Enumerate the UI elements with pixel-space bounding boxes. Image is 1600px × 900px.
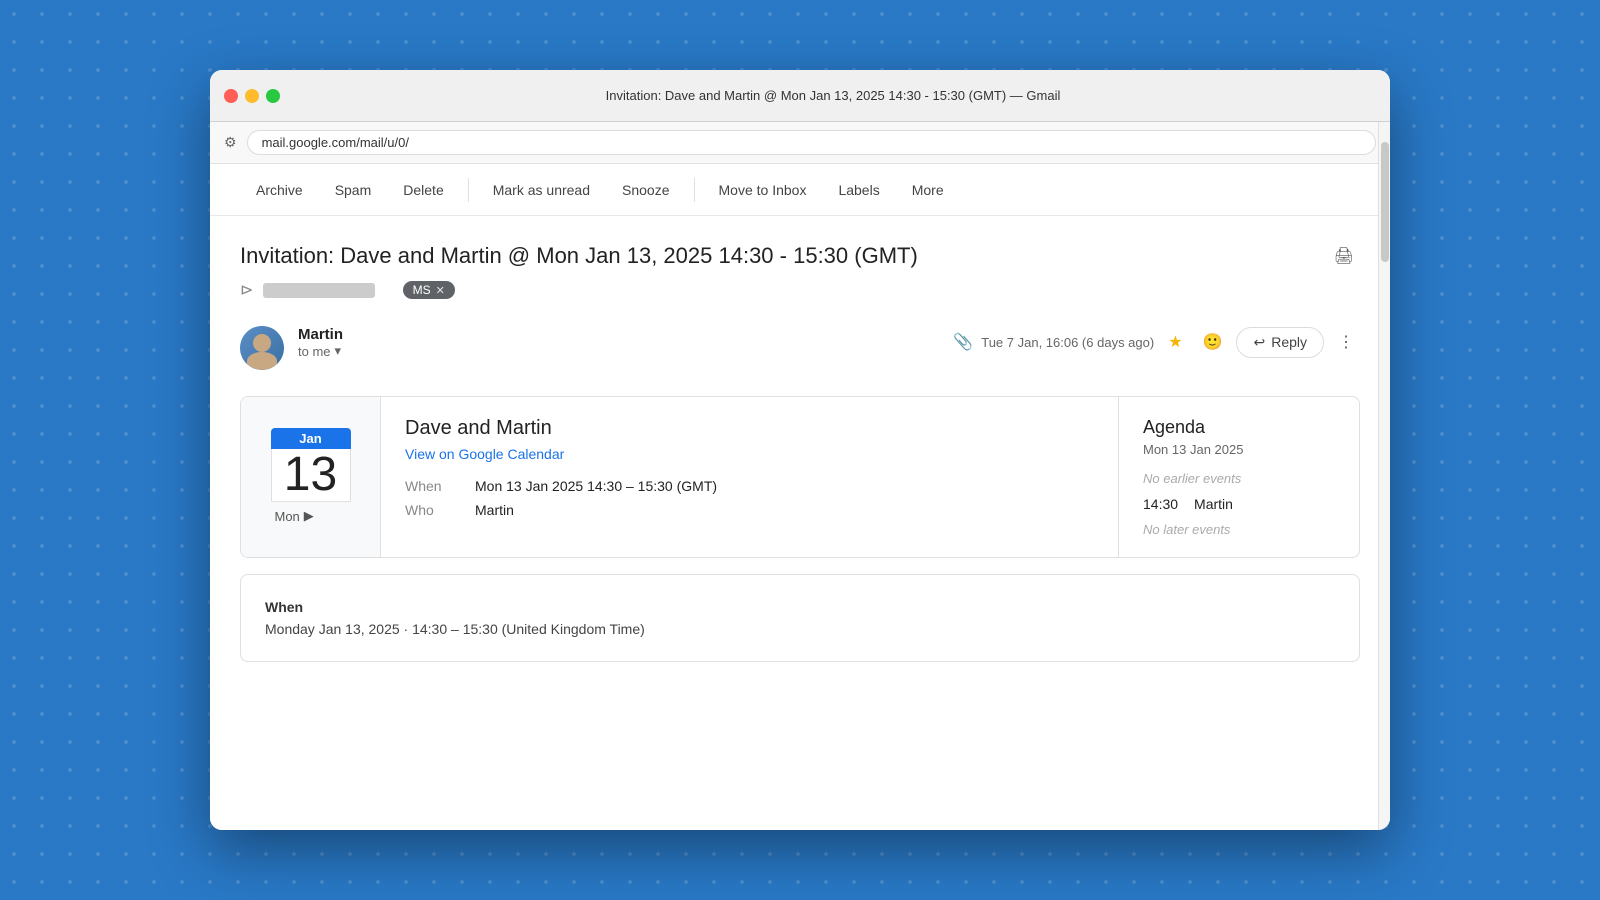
archive-button[interactable]: Archive [240, 174, 319, 206]
toolbar-separator-1 [468, 178, 469, 202]
sender-info: Martin to me ▾ [298, 326, 939, 359]
sender-name: Martin [298, 326, 939, 343]
calendar-day: 13 [271, 449, 351, 503]
fullscreen-button[interactable] [266, 89, 280, 103]
ms-badge-close[interactable]: ✕ [436, 284, 445, 297]
delete-button[interactable]: Delete [387, 174, 459, 206]
send-time: Tue 7 Jan, 16:06 (6 days ago) [981, 335, 1154, 350]
sender-to: to me ▾ [298, 343, 939, 359]
avatar-face [240, 326, 284, 370]
sender-email-blurred [263, 283, 375, 298]
browser-window: Invitation: Dave and Martin @ Mon Jan 13… [210, 70, 1390, 830]
address-bar-row: ⚙ mail.google.com/mail/u/0/ [210, 122, 1390, 164]
title-bar: Invitation: Dave and Martin @ Mon Jan 13… [210, 70, 1390, 122]
who-row: Who Martin [405, 502, 1094, 518]
reply-label: Reply [1271, 334, 1307, 350]
when-section-value: Monday Jan 13, 2025 · 14:30 – 15:30 (Uni… [265, 621, 1335, 637]
email-content: Invitation: Dave and Martin @ Mon Jan 13… [210, 216, 1390, 830]
snooze-icon: ⊳ [240, 280, 253, 300]
agenda-event-time: 14:30 [1143, 496, 1178, 512]
toolbar-separator-2 [694, 178, 695, 202]
attachment-icon: 📎 [953, 332, 973, 352]
close-button[interactable] [224, 89, 238, 103]
email-toolbar: Archive Spam Delete Mark as unread Snooz… [210, 164, 1390, 216]
calendar-card: Jan 13 Mon ▶ Dave and Martin View on Goo… [240, 396, 1360, 558]
agenda-panel: Agenda Mon 13 Jan 2025 No earlier events… [1119, 397, 1359, 557]
calendar-details: Dave and Martin View on Google Calendar … [381, 397, 1119, 557]
print-button[interactable]: 🖨 [1328, 240, 1360, 272]
calendar-weekday-row: Mon ▶ [271, 506, 351, 526]
window-title: Invitation: Dave and Martin @ Mon Jan 13… [290, 88, 1376, 103]
when-row: When Mon 13 Jan 2025 14:30 – 15:30 (GMT) [405, 478, 1094, 494]
agenda-event-name: Martin [1194, 496, 1233, 512]
who-label: Who [405, 502, 455, 518]
snooze-button[interactable]: Snooze [606, 174, 685, 206]
agenda-title: Agenda [1143, 417, 1335, 438]
traffic-lights [224, 89, 280, 103]
when-section-title: When [265, 599, 1335, 615]
move-to-inbox-button[interactable]: Move to Inbox [703, 174, 823, 206]
ms-badge: MS ✕ [403, 281, 455, 299]
reply-arrow-icon: ↩ [1253, 334, 1265, 351]
calendar-event-title: Dave and Martin [405, 417, 1094, 440]
more-button[interactable]: More [896, 174, 960, 206]
ms-badge-label: MS [413, 283, 431, 297]
agenda-no-later: No later events [1143, 522, 1335, 537]
settings-icon: ⚙ [224, 134, 237, 151]
agenda-no-earlier: No earlier events [1143, 471, 1335, 486]
scrollbar[interactable] [1378, 122, 1390, 830]
calendar-nav-icon: ▶ [304, 508, 314, 524]
scrollbar-thumb[interactable] [1381, 142, 1389, 262]
via-text [385, 283, 392, 298]
agenda-event-row: 14:30 Martin [1143, 496, 1335, 512]
avatar [240, 326, 284, 370]
subject-row: Invitation: Dave and Martin @ Mon Jan 13… [240, 216, 1360, 280]
mark-unread-button[interactable]: Mark as unread [477, 174, 606, 206]
email-subject: Invitation: Dave and Martin @ Mon Jan 13… [240, 243, 918, 269]
email-meta-row: ⊳ MS ✕ [240, 280, 1360, 316]
when-section: When Monday Jan 13, 2025 · 14:30 – 15:30… [240, 574, 1360, 662]
star-button[interactable]: ★ [1162, 326, 1188, 358]
minimize-button[interactable] [245, 89, 259, 103]
when-value: Mon 13 Jan 2025 14:30 – 15:30 (GMT) [475, 478, 717, 494]
to-me-text: to me [298, 344, 331, 359]
calendar-month: Jan [271, 428, 351, 449]
sender-row: Martin to me ▾ 📎 Tue 7 Jan, 16:06 (6 day… [240, 316, 1360, 380]
more-actions-button[interactable]: ⋮ [1332, 326, 1360, 358]
sender-actions: 📎 Tue 7 Jan, 16:06 (6 days ago) ★ 🙂 ↩ Re… [953, 326, 1360, 358]
who-value: Martin [475, 502, 514, 518]
view-on-gcal-link[interactable]: View on Google Calendar [405, 446, 1094, 462]
labels-button[interactable]: Labels [822, 174, 895, 206]
reply-button[interactable]: ↩ Reply [1236, 327, 1324, 358]
emoji-button[interactable]: 🙂 [1197, 326, 1229, 358]
calendar-weekday: Mon [275, 509, 300, 524]
agenda-date: Mon 13 Jan 2025 [1143, 442, 1335, 457]
calendar-date-panel: Jan 13 Mon ▶ [241, 397, 381, 557]
chevron-down-icon[interactable]: ▾ [335, 343, 342, 359]
calendar-info-table: When Mon 13 Jan 2025 14:30 – 15:30 (GMT)… [405, 478, 1094, 518]
address-bar[interactable]: mail.google.com/mail/u/0/ [247, 130, 1376, 155]
spam-button[interactable]: Spam [319, 174, 388, 206]
when-label: When [405, 478, 455, 494]
